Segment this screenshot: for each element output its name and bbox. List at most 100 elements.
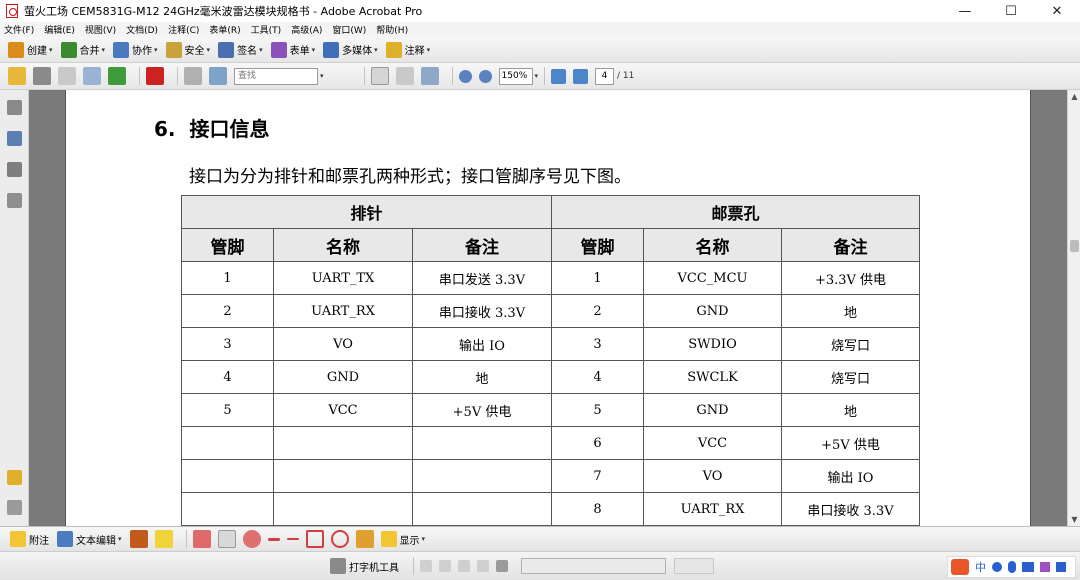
comment-label: 注释 [404, 46, 425, 57]
bookmarks-panel-icon[interactable] [7, 131, 22, 146]
scroll-up-icon[interactable]: ▲ [1068, 90, 1080, 103]
stamp-icon[interactable] [129, 530, 148, 548]
fit-page-icon[interactable] [209, 67, 227, 85]
next-page-icon[interactable] [573, 68, 589, 84]
increase-line-spacing-icon[interactable] [477, 560, 489, 572]
title-bar: 萤火工场 CEM5831G-M12 24GHz毫米波雷达模块规格书 - Adob… [0, 0, 1080, 22]
find-input[interactable]: 查找 [234, 67, 318, 85]
section-heading: 6. 接口信息 [154, 113, 270, 142]
table-cell: 2 [551, 294, 644, 328]
previous-page-icon[interactable] [551, 68, 567, 84]
cloud-icon[interactable] [242, 530, 261, 548]
table-cell [273, 492, 413, 526]
text-box-icon[interactable] [217, 530, 236, 548]
multimedia-button[interactable]: 多媒体 ▾ [323, 41, 378, 58]
typewriter-button[interactable]: 打字机工具 [330, 558, 399, 574]
ime-microphone-icon[interactable] [1008, 561, 1016, 573]
group-header-pin-header: 排针 [181, 195, 552, 229]
ime-logo-icon[interactable] [951, 559, 969, 575]
menu-tools[interactable]: 工具(T) [251, 23, 282, 36]
table-cell: 5 [551, 393, 644, 427]
close-button[interactable]: ✕ [1034, 0, 1080, 22]
zoom-in-icon[interactable] [478, 69, 492, 83]
ime-language-indicator[interactable]: 中 [975, 559, 986, 575]
zoom-level-input[interactable]: 150% [498, 67, 533, 85]
ime-toolbox-icon[interactable] [1056, 562, 1066, 572]
table-cell: VCC_MCU [643, 261, 782, 295]
show-button[interactable]: 显示 ▾ [380, 531, 425, 547]
create-button[interactable]: 创建 ▾ [8, 41, 53, 58]
ime-keyboard-icon[interactable] [1022, 562, 1034, 572]
ime-skin-icon[interactable] [1040, 562, 1050, 572]
menu-help[interactable]: 帮助(H) [376, 23, 408, 36]
table-cell: 8 [551, 492, 644, 526]
typewriter-toolbar: 打字机工具 中 [0, 551, 1080, 580]
email-icon[interactable] [83, 67, 101, 85]
pencil-icon[interactable] [355, 530, 374, 548]
ime-punctuation-icon[interactable] [992, 562, 1002, 572]
table-cell: 6 [551, 426, 644, 460]
sticky-note-icon [10, 531, 26, 547]
secure-lock-icon[interactable] [184, 67, 202, 85]
rectangle-icon[interactable] [305, 530, 324, 548]
hand-tool-icon[interactable] [395, 67, 414, 85]
sticky-note-button[interactable]: 附注 [10, 531, 49, 547]
vertical-scrollbar[interactable]: ▲ ▼ [1067, 90, 1080, 526]
forms-button[interactable]: 表单 ▾ [270, 41, 315, 58]
scroll-thumb[interactable] [1070, 240, 1079, 252]
line-icon[interactable] [286, 538, 299, 540]
page-number-input[interactable]: 4 [595, 67, 615, 85]
print-icon[interactable] [33, 67, 51, 85]
zoom-out-icon[interactable] [458, 69, 472, 83]
table-cell: 串口接收 3.3V [412, 294, 552, 328]
text-color-icon[interactable] [496, 560, 508, 572]
secure-button[interactable]: 安全 ▾ [165, 41, 210, 58]
arrow-icon[interactable] [267, 537, 280, 541]
menu-advanced[interactable]: 高级(A) [291, 23, 322, 36]
highlight-text-icon[interactable] [154, 530, 173, 548]
decrease-line-spacing-icon[interactable] [458, 560, 470, 572]
toolbar-separator [363, 67, 365, 85]
acrobat-logo-icon[interactable] [146, 67, 164, 85]
menu-forms[interactable]: 表单(R) [209, 23, 240, 36]
menu-edit[interactable]: 编辑(E) [44, 23, 75, 36]
zoom-tool-icon[interactable] [420, 67, 439, 85]
share-globe-icon[interactable] [108, 67, 126, 85]
font-select[interactable] [521, 558, 666, 574]
save-icon[interactable] [58, 67, 76, 85]
decrease-text-size-icon[interactable] [420, 560, 432, 572]
collaborate-button[interactable]: 协作 ▾ [113, 41, 158, 58]
layers-panel-icon[interactable] [7, 162, 22, 177]
open-folder-icon[interactable] [8, 67, 26, 85]
select-text-icon[interactable] [370, 67, 389, 85]
signatures-panel-icon[interactable] [7, 193, 22, 208]
oval-icon[interactable] [330, 530, 349, 548]
minimize-button[interactable]: — [942, 0, 988, 22]
menu-view[interactable]: 视图(V) [85, 23, 116, 36]
table-cell: 4 [551, 360, 644, 394]
menu-window[interactable]: 窗口(W) [332, 23, 366, 36]
pages-panel-icon[interactable] [7, 100, 22, 115]
scroll-down-icon[interactable]: ▼ [1068, 513, 1080, 526]
menu-comments[interactable]: 注释(C) [168, 23, 199, 36]
comment-button[interactable]: 注释 ▾ [385, 41, 430, 58]
menu-document[interactable]: 文档(D) [126, 23, 158, 36]
maximize-button[interactable]: ☐ [988, 0, 1034, 22]
table-cell: SWCLK [643, 360, 782, 394]
callout-icon[interactable] [192, 530, 211, 548]
sign-button[interactable]: 签名 ▾ [218, 41, 263, 58]
find-dropdown-icon[interactable]: ▾ [320, 72, 324, 80]
menu-file[interactable]: 文件(F) [4, 23, 34, 36]
text-edit-button[interactable]: 文本编辑 ▾ [57, 531, 122, 547]
table-cell: +5V 供电 [412, 393, 552, 427]
table-cell: VO [273, 327, 413, 361]
table-cell [273, 459, 413, 493]
font-size-select[interactable] [674, 558, 714, 574]
create-label: 创建 [27, 46, 47, 57]
document-area[interactable]: 6. 接口信息 接口为分为排针和邮票孔两种形式；接口管脚序号见下图。 排针 邮票孔… [29, 90, 1067, 526]
zoom-dropdown-icon[interactable]: ▾ [535, 72, 539, 80]
attachments-panel-icon[interactable] [7, 500, 22, 515]
increase-text-size-icon[interactable] [439, 560, 451, 572]
combine-button[interactable]: 合并 ▾ [60, 41, 105, 58]
comments-panel-icon[interactable] [7, 470, 22, 485]
